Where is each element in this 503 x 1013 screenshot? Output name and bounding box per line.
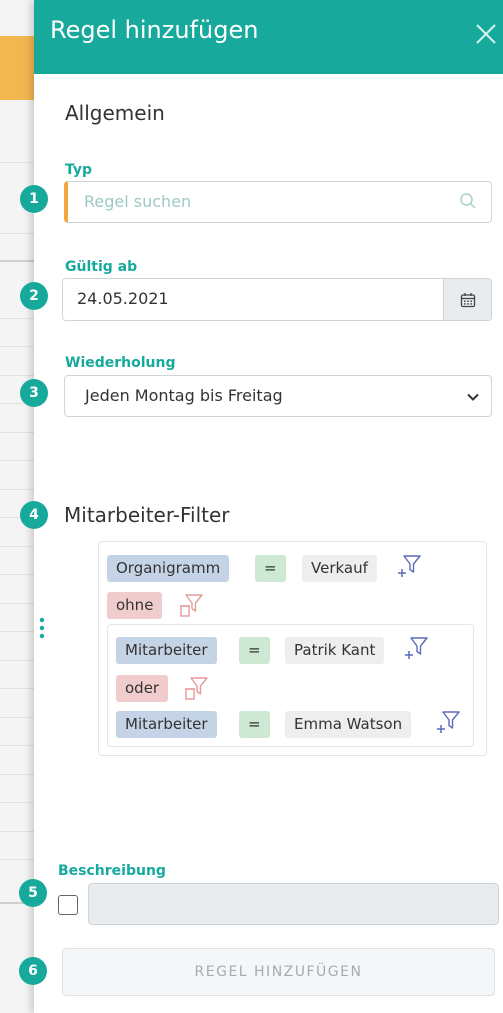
valid-from-date-input[interactable]: 24.05.2021 bbox=[62, 278, 492, 321]
add-filter-icon[interactable] bbox=[397, 553, 423, 579]
remove-filter-icon[interactable] bbox=[184, 675, 210, 701]
description-label: Beschreibung bbox=[58, 863, 166, 879]
add-rule-panel: Regel hinzufügen Allgemein Typ Regel suc… bbox=[34, 0, 503, 1013]
background-highlight bbox=[0, 36, 34, 100]
search-icon bbox=[460, 193, 476, 209]
panel-title: Regel hinzufügen bbox=[50, 16, 259, 44]
filter-operator-chip[interactable]: = bbox=[239, 637, 270, 664]
step-badge: 6 bbox=[19, 957, 47, 985]
step-badge: 2 bbox=[20, 282, 48, 310]
calendar-icon bbox=[460, 292, 475, 307]
close-icon[interactable] bbox=[473, 18, 499, 48]
add-rule-button[interactable]: REGEL HINZUFÜGEN bbox=[62, 948, 495, 996]
employee-filter-section-title: Mitarbeiter-Filter bbox=[64, 503, 230, 527]
description-checkbox[interactable] bbox=[58, 895, 78, 915]
repeat-label: Wiederholung bbox=[65, 355, 176, 371]
valid-from-value: 24.05.2021 bbox=[77, 289, 169, 308]
kebab-menu-icon[interactable] bbox=[38, 617, 46, 639]
filter-value-chip[interactable]: Patrik Kant bbox=[285, 637, 385, 664]
filter-connector-chip[interactable]: oder bbox=[116, 675, 169, 702]
filter-operator-chip[interactable]: = bbox=[255, 555, 286, 582]
filter-value-chip[interactable]: Emma Watson bbox=[285, 711, 412, 738]
filter-value-chip[interactable]: Verkauf bbox=[302, 555, 377, 582]
filter-connector-chip[interactable]: ohne bbox=[107, 592, 163, 619]
panel-header: Regel hinzufügen bbox=[34, 0, 503, 74]
type-search-placeholder: Regel suchen bbox=[84, 192, 192, 211]
repeat-selected-value: Jeden Montag bis Freitag bbox=[85, 386, 283, 405]
filter-group-outer: Organigramm = Verkauf ohne Mitarbeiter =… bbox=[98, 541, 487, 756]
filter-field-chip[interactable]: Organigramm bbox=[107, 555, 230, 582]
date-picker-button[interactable] bbox=[443, 279, 491, 320]
step-badge: 3 bbox=[20, 379, 48, 407]
general-section-title: Allgemein bbox=[65, 101, 165, 125]
remove-filter-icon[interactable] bbox=[179, 592, 205, 618]
type-label: Typ bbox=[65, 162, 93, 178]
add-filter-icon[interactable] bbox=[436, 709, 462, 735]
chevron-down-icon bbox=[467, 393, 479, 401]
filter-group-inner: Mitarbeiter = Patrik Kant oder Mitarbeit… bbox=[107, 624, 474, 747]
repeat-select[interactable]: Jeden Montag bis Freitag bbox=[64, 375, 492, 417]
valid-from-label: Gültig ab bbox=[65, 259, 138, 275]
step-badge: 1 bbox=[20, 185, 48, 213]
type-search-input[interactable]: Regel suchen bbox=[64, 181, 492, 223]
filter-field-chip[interactable]: Mitarbeiter bbox=[116, 637, 217, 664]
step-badge: 5 bbox=[19, 879, 47, 907]
step-badge: 4 bbox=[20, 501, 48, 529]
filter-field-chip[interactable]: Mitarbeiter bbox=[116, 711, 217, 738]
description-input[interactable] bbox=[88, 883, 499, 925]
filter-operator-chip[interactable]: = bbox=[239, 711, 270, 738]
add-filter-icon[interactable] bbox=[404, 635, 430, 661]
